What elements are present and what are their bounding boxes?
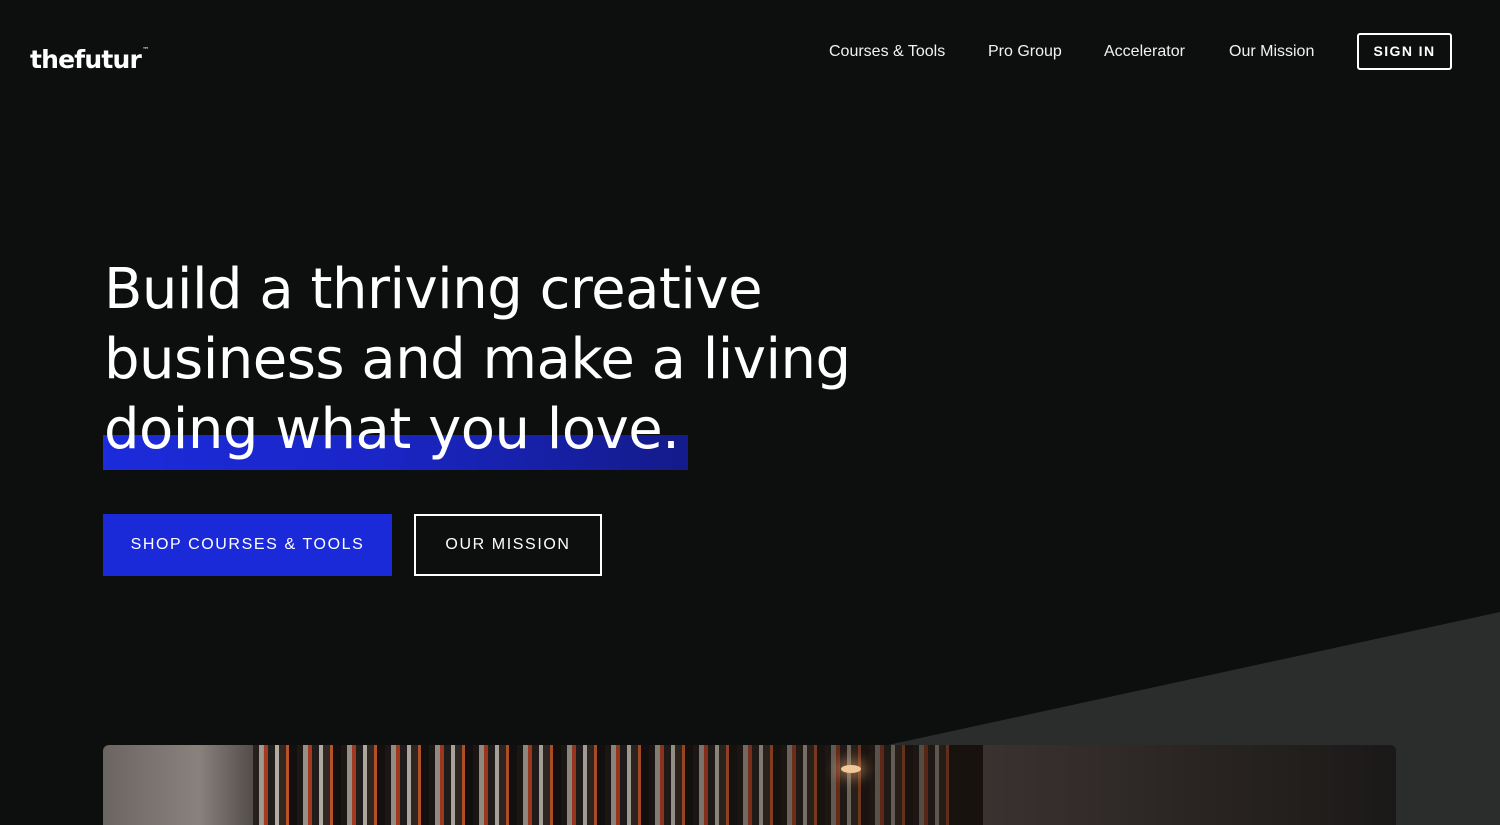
headline-line: business and make a living <box>104 327 851 392</box>
nav-our-mission[interactable]: Our Mission <box>1229 41 1314 63</box>
logo-text: thefutur <box>30 45 142 74</box>
page: thefutur™ Courses & Tools Pro Group Acce… <box>0 0 1500 825</box>
logo[interactable]: thefutur™ <box>30 32 149 78</box>
hero-headline: Build a thriving creative business and m… <box>104 255 904 465</box>
headline-line: Build a thriving creative <box>104 257 763 322</box>
sign-in-button[interactable]: SIGN IN <box>1357 33 1452 70</box>
preview-dark-band <box>983 745 1396 825</box>
nav-pro-group[interactable]: Pro Group <box>988 41 1062 63</box>
shop-courses-tools-button[interactable]: SHOP COURSES & TOOLS <box>103 514 392 576</box>
trademark-mark: ™ <box>142 46 150 54</box>
our-mission-button[interactable]: OUR MISSION <box>414 514 602 576</box>
headline-line-highlighted: doing what you love. <box>104 397 680 462</box>
nav-accelerator[interactable]: Accelerator <box>1104 41 1185 63</box>
hero-video-preview[interactable] <box>103 745 1396 825</box>
site-header: thefutur™ Courses & Tools Pro Group Acce… <box>0 0 1500 105</box>
preview-lamp <box>841 765 861 773</box>
nav-courses-tools[interactable]: Courses & Tools <box>829 41 945 63</box>
